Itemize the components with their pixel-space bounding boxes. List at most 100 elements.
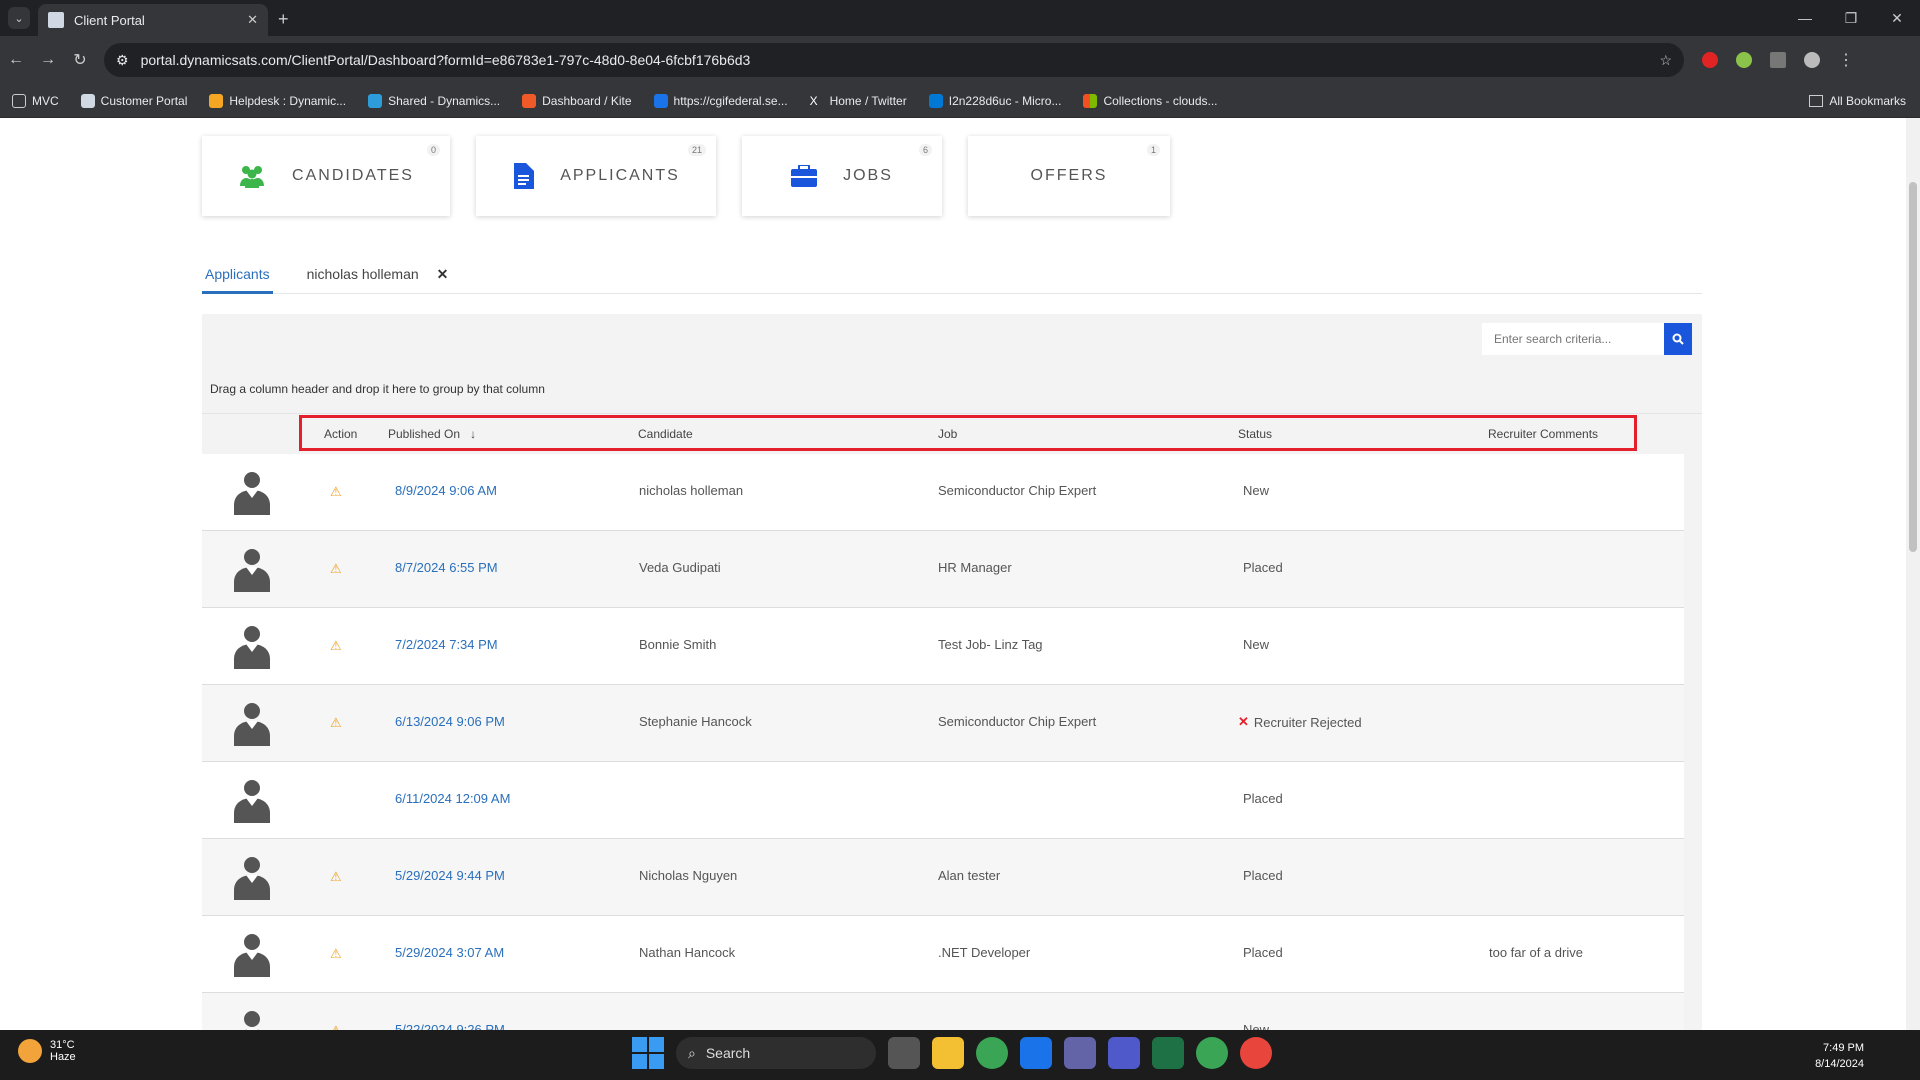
table-row[interactable]: ⚠ 6/13/2024 9:06 PM Stephanie Hancock Semic… xyxy=(202,685,1684,762)
warning-icon[interactable]: ⚠ xyxy=(330,638,342,654)
collections-icon xyxy=(1083,93,1098,108)
job-title: HR Manager xyxy=(938,560,1012,575)
excel-icon[interactable] xyxy=(1152,1037,1184,1069)
system-clock[interactable]: 7:49 PM 8/14/2024 xyxy=(1815,1040,1864,1072)
teams-work-icon[interactable] xyxy=(1108,1037,1140,1069)
page-icon xyxy=(80,93,95,108)
tile-jobs[interactable]: JOBS 6 xyxy=(742,136,942,216)
extension-icon[interactable] xyxy=(1736,52,1752,68)
published-on-link[interactable]: 6/13/2024 9:06 PM xyxy=(395,714,505,729)
bookmark-item[interactable]: Customer Portal xyxy=(80,93,187,108)
tab-applicants[interactable]: Applicants xyxy=(202,260,273,294)
warning-icon[interactable]: ⚠ xyxy=(330,1023,342,1030)
browser-tab[interactable]: Client Portal ✕ xyxy=(38,4,268,36)
warning-icon[interactable]: ⚠ xyxy=(330,561,342,577)
restore-icon[interactable]: ❐ xyxy=(1828,0,1874,36)
bookmark-star-icon[interactable]: ☆ xyxy=(1659,52,1672,69)
chrome-profile-icon[interactable] xyxy=(1240,1037,1272,1069)
candidate-name: Nathan Hancock xyxy=(639,945,736,960)
close-tab-icon[interactable]: ✕ xyxy=(247,12,258,28)
table-row[interactable]: ⚠ 5/22/2024 9:26 PM New xyxy=(202,993,1684,1030)
published-on-link[interactable]: 8/9/2024 9:06 AM xyxy=(395,483,497,498)
chrome-profile-icon[interactable] xyxy=(1196,1037,1228,1069)
task-view-icon[interactable] xyxy=(888,1037,920,1069)
bookmark-item[interactable]: X Home / Twitter xyxy=(810,94,907,108)
bookmark-item[interactable]: Dashboard / Kite xyxy=(522,93,632,108)
tile-candidates[interactable]: CANDIDATES 0 xyxy=(202,136,450,216)
new-tab-button[interactable]: + xyxy=(278,9,289,30)
url-field[interactable]: ⚙ portal.dynamicsats.com/ClientPortal/Da… xyxy=(104,43,1684,77)
menu-dots-icon[interactable]: ⋮ xyxy=(1838,50,1854,70)
weather-condition: Haze xyxy=(50,1051,76,1063)
bookmark-item[interactable]: Helpdesk : Dynamic... xyxy=(209,93,346,108)
avatar xyxy=(234,549,270,592)
microsoft-icon xyxy=(928,93,943,108)
warning-icon[interactable]: ⚠ xyxy=(330,484,342,500)
scroll-thumb[interactable] xyxy=(1909,182,1917,552)
grid-scrollbar[interactable] xyxy=(1686,454,1700,1030)
weather-widget[interactable]: 31°C Haze xyxy=(18,1039,76,1063)
published-on-link[interactable]: 5/29/2024 9:44 PM xyxy=(395,868,505,883)
content-tabs: Applicants nicholas holleman ✕ xyxy=(202,260,1702,294)
avatar xyxy=(234,857,270,900)
bookmark-item[interactable]: Collections - clouds... xyxy=(1083,93,1218,108)
table-row[interactable]: ⚠ 8/9/2024 9:06 AM nicholas holleman Semico… xyxy=(202,454,1684,531)
tab-list-button[interactable]: ⌄ xyxy=(8,7,30,29)
site-info-icon[interactable]: ⚙ xyxy=(116,52,129,69)
warning-icon[interactable]: ⚠ xyxy=(330,946,342,962)
status-text: New xyxy=(1243,637,1270,652)
reload-icon[interactable]: ↻ xyxy=(64,50,96,70)
table-row[interactable]: 6/11/2024 12:09 AM Placed xyxy=(202,762,1684,839)
portal-page: CANDIDATES 0 APPLICANTS 21 JOBS 6 OFFERS… xyxy=(0,118,1906,1030)
table-row[interactable]: ⚠ 7/2/2024 7:34 PM Bonnie Smith Test Job- L… xyxy=(202,608,1684,685)
candidate-name: Nicholas Nguyen xyxy=(639,868,738,883)
published-on-link[interactable]: 7/2/2024 7:34 PM xyxy=(395,637,498,652)
tile-label: OFFERS xyxy=(1030,167,1108,184)
extension-icon[interactable] xyxy=(1702,52,1718,68)
tile-offers[interactable]: OFFERS 1 xyxy=(968,136,1170,216)
back-icon[interactable]: ← xyxy=(0,51,32,69)
page-scrollbar[interactable] xyxy=(1906,118,1920,1030)
taskbar-search[interactable]: ⌕ Search xyxy=(676,1037,876,1069)
published-on-link[interactable]: 8/7/2024 6:55 PM xyxy=(395,560,498,575)
table-row[interactable]: ⚠ 5/29/2024 3:07 AM Nathan Hancock .NET Dev… xyxy=(202,916,1684,993)
tile-count: 0 xyxy=(426,144,440,156)
bookmark-item[interactable]: I2n228d6uc - Micro... xyxy=(928,93,1061,108)
status-cell: Placed xyxy=(1238,945,1283,960)
start-icon[interactable] xyxy=(632,1037,664,1069)
forward-icon[interactable]: → xyxy=(32,51,64,69)
close-window-icon[interactable]: ✕ xyxy=(1874,0,1920,36)
search-input[interactable] xyxy=(1482,323,1664,355)
chrome-icon[interactable] xyxy=(976,1037,1008,1069)
extensions-puzzle-icon[interactable] xyxy=(1770,52,1786,68)
header-highlight-box xyxy=(299,415,1637,451)
group-by-hint: Drag a column header and drop it here to… xyxy=(202,364,1702,414)
minimize-icon[interactable]: — xyxy=(1782,0,1828,36)
published-on-link[interactable]: 5/29/2024 3:07 AM xyxy=(395,945,504,960)
bookmark-item[interactable]: Shared - Dynamics... xyxy=(368,93,500,108)
tab-title: Client Portal xyxy=(74,12,145,28)
published-on-link[interactable]: 6/11/2024 12:09 AM xyxy=(395,791,510,806)
avatar xyxy=(234,703,270,746)
tile-applicants[interactable]: APPLICANTS 21 xyxy=(476,136,716,216)
search-button[interactable] xyxy=(1664,323,1692,355)
warning-icon[interactable]: ⚠ xyxy=(330,715,342,731)
close-tab-icon[interactable]: ✕ xyxy=(437,260,449,293)
all-bookmarks[interactable]: All Bookmarks xyxy=(1809,94,1906,108)
table-row[interactable]: ⚠ 8/7/2024 6:55 PM Veda Gudipati HR Manager… xyxy=(202,531,1684,608)
tab-candidate-detail[interactable]: nicholas holleman ✕ xyxy=(307,260,449,293)
window-controls: — ❐ ✕ xyxy=(1782,0,1920,36)
profile-avatar-icon[interactable] xyxy=(1804,52,1820,68)
warning-icon[interactable]: ⚠ xyxy=(330,869,342,885)
table-row[interactable]: ⚠ 5/29/2024 9:44 PM Nicholas Nguyen Alan te… xyxy=(202,839,1684,916)
url-text: portal.dynamicsats.com/ClientPortal/Dash… xyxy=(140,52,751,68)
status-cell: New xyxy=(1238,1022,1269,1030)
teams-icon[interactable] xyxy=(1064,1037,1096,1069)
bookmark-item[interactable]: MVC xyxy=(12,93,59,108)
tile-count: 21 xyxy=(687,144,706,156)
status-cell: Placed xyxy=(1238,560,1283,575)
published-on-link[interactable]: 5/22/2024 9:26 PM xyxy=(395,1022,505,1030)
file-explorer-icon[interactable] xyxy=(932,1037,964,1069)
bookmark-item[interactable]: https://cgifederal.se... xyxy=(653,93,788,108)
outlook-icon[interactable] xyxy=(1020,1037,1052,1069)
